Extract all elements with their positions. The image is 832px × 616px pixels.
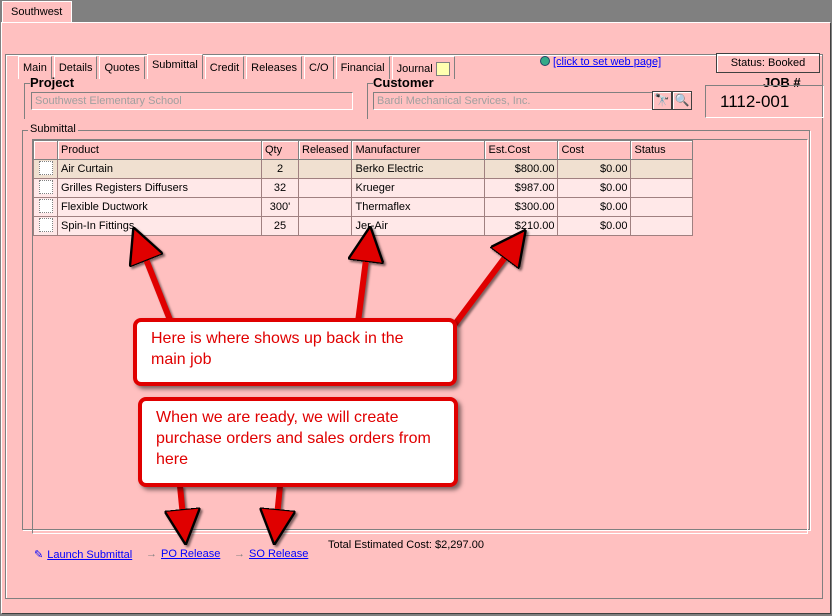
launch-submittal-link[interactable]: ✎ Launch Submittal xyxy=(34,548,132,562)
arrow-to-po-release xyxy=(180,485,184,527)
so-release-link[interactable]: → SO Release xyxy=(234,548,308,560)
arrow-right-icon: → xyxy=(146,548,157,560)
po-release-text[interactable]: PO Release xyxy=(161,548,220,560)
launch-icon: ✎ xyxy=(34,549,44,561)
tab-submittal[interactable]: Submittal xyxy=(146,54,203,79)
annotation-arrows xyxy=(0,0,832,616)
po-release-link[interactable]: → PO Release xyxy=(146,548,220,560)
launch-submittal-text[interactable]: Launch Submittal xyxy=(47,549,132,561)
arrow-to-product xyxy=(140,244,175,327)
arrow-to-manufacturer xyxy=(358,244,368,323)
arrow-right-icon: → xyxy=(234,548,245,560)
total-estimated-cost: Total Estimated Cost: $2,297.00 xyxy=(328,539,484,551)
total-label: Total Estimated Cost: xyxy=(328,539,432,551)
callout-orders: When we are ready, we will create purcha… xyxy=(138,397,458,487)
callout-main-job: Here is where shows up back in the main … xyxy=(133,318,457,386)
total-value: $2,297.00 xyxy=(435,539,484,551)
so-release-text[interactable]: SO Release xyxy=(249,548,308,560)
arrow-to-est-cost xyxy=(452,244,515,326)
arrow-to-so-release xyxy=(276,485,280,527)
